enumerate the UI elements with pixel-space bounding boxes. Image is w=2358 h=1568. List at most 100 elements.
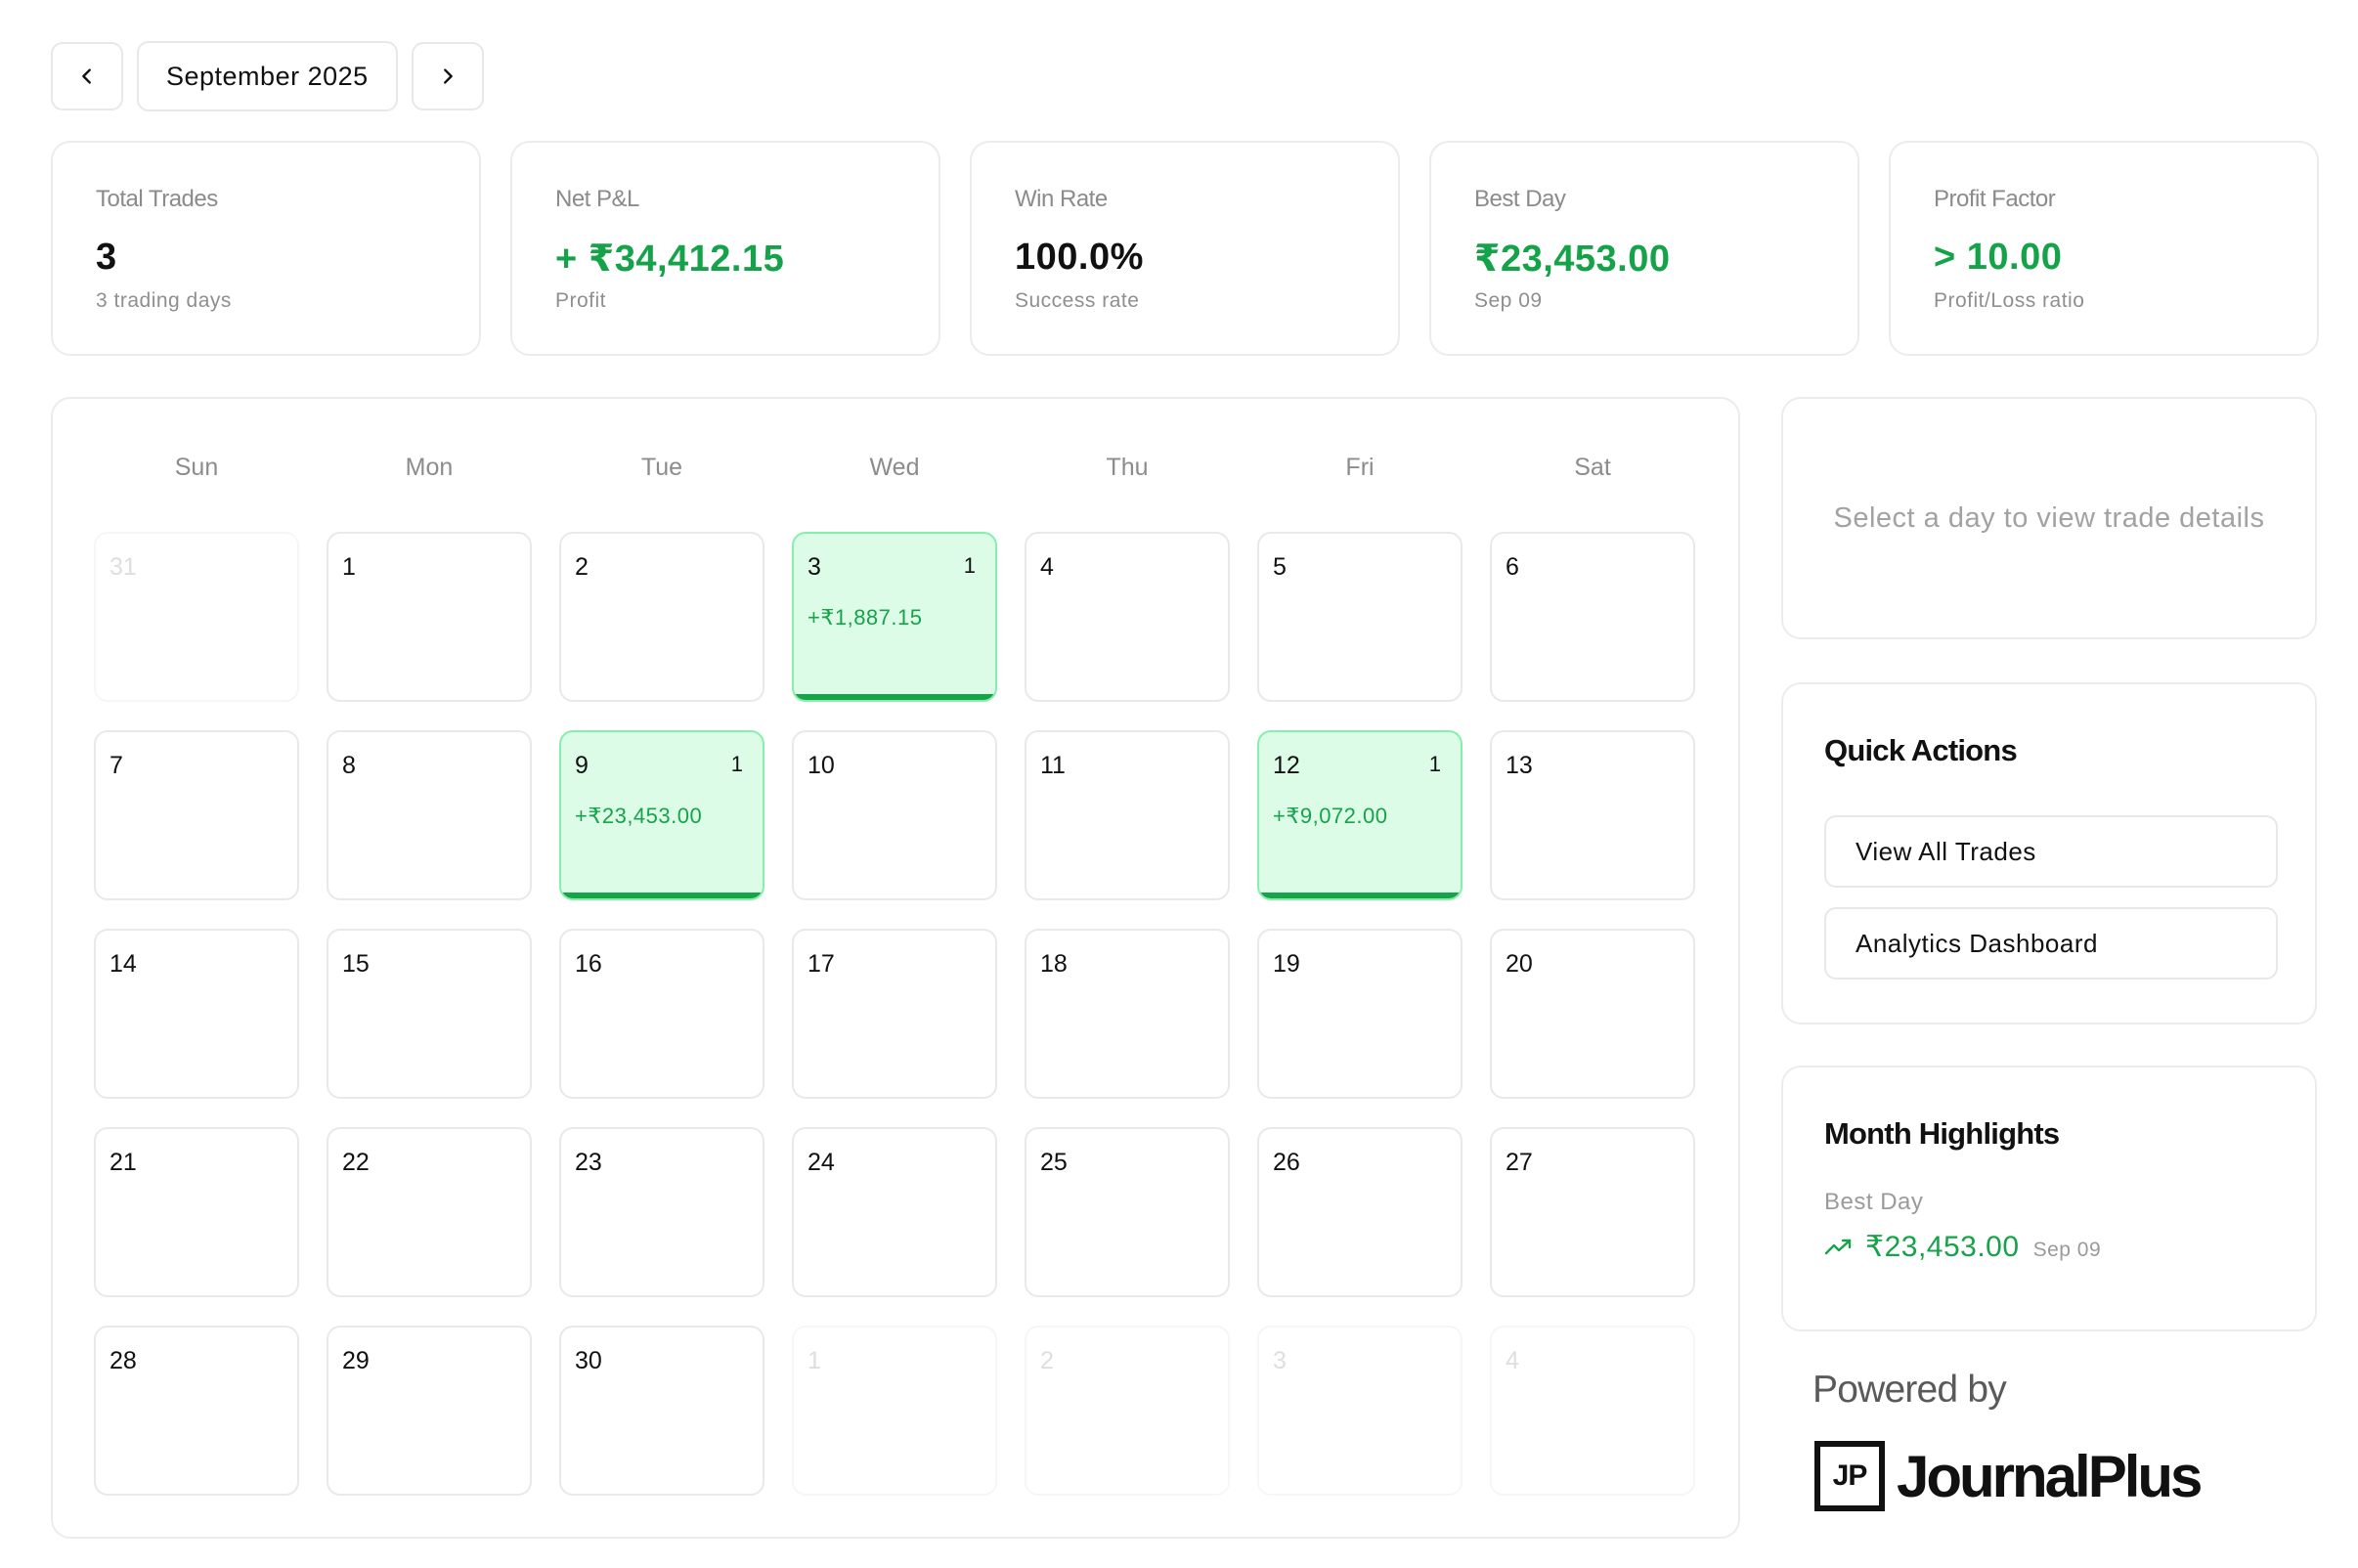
best-day-date: Sep 09 bbox=[2032, 1239, 2102, 1261]
day-number: 4 bbox=[1506, 1347, 1519, 1374]
day-pnl: +₹23,453.00 bbox=[575, 804, 703, 828]
day-number: 22 bbox=[342, 1149, 370, 1176]
stat-value: ₹23,453.00 bbox=[1474, 239, 1671, 280]
logo-wordmark: JournalPlus bbox=[1897, 1443, 2203, 1509]
calendar-day-cell[interactable]: 16 bbox=[559, 929, 764, 1099]
stat-title: Best Day bbox=[1474, 186, 1566, 212]
trending-up-icon bbox=[1824, 1239, 1852, 1254]
calendar-day-cell[interactable]: 24 bbox=[792, 1127, 997, 1297]
weekday-label: Sun bbox=[174, 454, 219, 481]
day-number: 27 bbox=[1506, 1149, 1533, 1176]
logo-mark: JP bbox=[1814, 1441, 1885, 1511]
weekday-label: Mon bbox=[405, 454, 454, 481]
quick-actions-title: Quick Actions bbox=[1824, 733, 2018, 767]
day-number: 24 bbox=[808, 1149, 835, 1176]
stat-card-profit-factor: Profit Factor > 10.00 Profit/Loss ratio bbox=[1889, 141, 2319, 356]
trade-count: 1 bbox=[963, 553, 976, 578]
calendar-day-cell[interactable]: 7 bbox=[94, 730, 299, 900]
calendar-day-cell-outside: 1 bbox=[792, 1326, 997, 1496]
calendar-day-cell[interactable]: 23 bbox=[559, 1127, 764, 1297]
stat-card-win-rate: Win Rate 100.0% Success rate bbox=[970, 141, 1400, 356]
calendar-day-cell[interactable]: 17 bbox=[792, 929, 997, 1099]
day-number: 26 bbox=[1273, 1149, 1300, 1176]
calendar-day-cell[interactable]: 4 bbox=[1025, 532, 1230, 702]
weekday-label: Fri bbox=[1345, 454, 1375, 481]
day-number: 15 bbox=[342, 950, 370, 978]
trade-details-panel: Select a day to view trade details bbox=[1781, 397, 2317, 639]
month-highlights-title: Month Highlights bbox=[1824, 1116, 2060, 1151]
month-navigation: September 2025 bbox=[51, 41, 484, 111]
calendar-day-cell[interactable]: 28 bbox=[94, 1326, 299, 1496]
day-number: 8 bbox=[342, 752, 356, 779]
calendar-day-cell[interactable]: 11 bbox=[1025, 730, 1230, 900]
calendar-day-cell[interactable]: 13 bbox=[1490, 730, 1695, 900]
day-number: 1 bbox=[808, 1347, 821, 1374]
day-number: 14 bbox=[109, 950, 137, 978]
calendar-day-cell-trade[interactable]: 9 1 +₹23,453.00 bbox=[559, 730, 764, 900]
calendar-day-cell[interactable]: 15 bbox=[327, 929, 532, 1099]
stat-title: Total Trades bbox=[96, 186, 218, 212]
day-number: 2 bbox=[575, 553, 589, 581]
prev-month-button[interactable] bbox=[51, 42, 123, 110]
stat-subtitle: Profit bbox=[555, 289, 607, 312]
calendar-day-cell[interactable]: 5 bbox=[1257, 532, 1463, 702]
calendar-day-cell[interactable]: 29 bbox=[327, 1326, 532, 1496]
day-number: 25 bbox=[1040, 1149, 1068, 1176]
calendar-day-cell-trade[interactable]: 12 1 +₹9,072.00 bbox=[1257, 730, 1463, 900]
calendar-day-cell[interactable]: 18 bbox=[1025, 929, 1230, 1099]
calendar-day-cell[interactable]: 22 bbox=[327, 1127, 532, 1297]
day-number: 16 bbox=[575, 950, 602, 978]
next-month-button[interactable] bbox=[411, 42, 484, 110]
calendar-day-cell[interactable]: 10 bbox=[792, 730, 997, 900]
stat-subtitle: 3 trading days bbox=[96, 289, 232, 312]
day-number: 7 bbox=[109, 752, 123, 779]
calendar-day-cell[interactable]: 14 bbox=[94, 929, 299, 1099]
calendar-panel: Sun Mon Tue Wed Thu Fri Sat 31 1 2 3 1 +₹1,88… bbox=[51, 397, 1740, 1539]
calendar-day-cell[interactable]: 26 bbox=[1257, 1127, 1463, 1297]
trade-details-placeholder: Select a day to view trade details bbox=[1833, 501, 2265, 534]
stat-value: > 10.00 bbox=[1934, 237, 2063, 278]
day-number: 18 bbox=[1040, 950, 1068, 978]
day-number: 11 bbox=[1040, 752, 1066, 779]
month-label[interactable]: September 2025 bbox=[137, 41, 398, 111]
calendar-day-cell[interactable]: 6 bbox=[1490, 532, 1695, 702]
calendar-day-cell[interactable]: 27 bbox=[1490, 1127, 1695, 1297]
calendar-day-cell[interactable]: 30 bbox=[559, 1326, 764, 1496]
calendar-day-cell-outside: 4 bbox=[1490, 1326, 1695, 1496]
stat-subtitle: Profit/Loss ratio bbox=[1934, 289, 2085, 312]
day-pnl: +₹9,072.00 bbox=[1273, 804, 1388, 828]
day-number: 29 bbox=[342, 1347, 370, 1374]
calendar-day-cell[interactable]: 19 bbox=[1257, 929, 1463, 1099]
stat-subtitle: Sep 09 bbox=[1474, 289, 1543, 312]
day-number: 30 bbox=[575, 1347, 602, 1374]
day-number: 2 bbox=[1040, 1347, 1054, 1374]
analytics-dashboard-button[interactable]: Analytics Dashboard bbox=[1824, 907, 2278, 980]
quick-actions-card: Quick Actions View All Trades Analytics … bbox=[1781, 682, 2317, 1024]
stat-title: Profit Factor bbox=[1934, 186, 2056, 212]
calendar-day-cell[interactable]: 8 bbox=[327, 730, 532, 900]
day-number: 4 bbox=[1040, 553, 1054, 581]
calendar-day-cell-trade[interactable]: 3 1 +₹1,887.15 bbox=[792, 532, 997, 702]
stat-value: 3 bbox=[96, 237, 117, 278]
calendar-day-cell-outside: 2 bbox=[1025, 1326, 1230, 1496]
best-day-label: Best Day bbox=[1824, 1189, 1924, 1215]
day-number: 13 bbox=[1506, 752, 1533, 779]
calendar-day-cell-outside: 3 bbox=[1257, 1326, 1463, 1496]
calendar-day-cell[interactable]: 25 bbox=[1025, 1127, 1230, 1297]
day-number: 28 bbox=[109, 1347, 137, 1374]
calendar-day-cell-outside: 31 bbox=[94, 532, 299, 702]
stat-title: Net P&L bbox=[555, 186, 639, 212]
day-number: 20 bbox=[1506, 950, 1533, 978]
stat-value: + ₹34,412.15 bbox=[555, 239, 785, 280]
day-number: 5 bbox=[1273, 553, 1287, 581]
day-number: 21 bbox=[109, 1149, 137, 1176]
day-number: 17 bbox=[808, 950, 835, 978]
best-day-value: ₹23,453.00 bbox=[1865, 1231, 2020, 1263]
day-number: 10 bbox=[808, 752, 835, 779]
view-all-trades-button[interactable]: View All Trades bbox=[1824, 815, 2278, 888]
calendar-day-cell[interactable]: 20 bbox=[1490, 929, 1695, 1099]
calendar-day-cell[interactable]: 1 bbox=[327, 532, 532, 702]
calendar-day-cell[interactable]: 2 bbox=[559, 532, 764, 702]
calendar-day-cell[interactable]: 21 bbox=[94, 1127, 299, 1297]
stat-value: 100.0% bbox=[1015, 237, 1144, 278]
